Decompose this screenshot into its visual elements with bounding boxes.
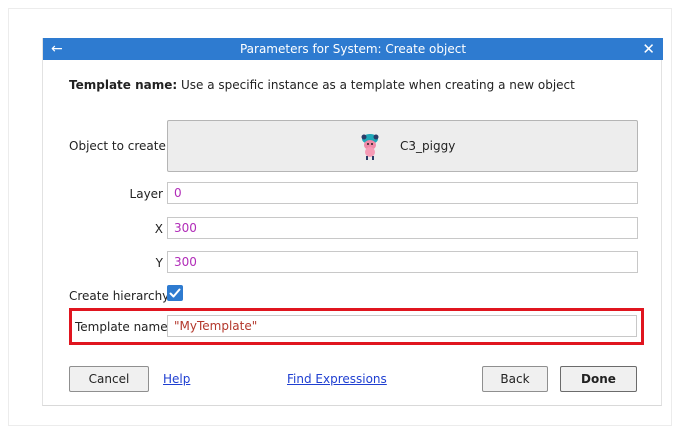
description-label: Template name: <box>69 78 178 92</box>
layer-input[interactable]: 0 <box>167 182 638 204</box>
y-input[interactable]: 300 <box>167 251 638 273</box>
template-name-input[interactable]: "MyTemplate" <box>167 315 637 337</box>
piggy-sprite-icon <box>361 134 379 160</box>
create-hierarchy-checkbox[interactable] <box>167 285 183 301</box>
description-text: Use a specific instance as a template wh… <box>181 78 575 92</box>
parameters-dialog: ← Parameters for System: Create object ✕… <box>42 38 663 406</box>
close-icon[interactable]: ✕ <box>642 38 655 60</box>
object-name: C3_piggy <box>400 139 456 153</box>
checkmark-icon <box>169 288 181 298</box>
parameter-description: Template name: Use a specific instance a… <box>69 78 575 92</box>
help-link[interactable]: Help <box>163 372 190 386</box>
object-to-create-label: Object to create <box>69 139 166 153</box>
template-name-label: Template name <box>75 320 168 334</box>
object-picker-button[interactable]: C3_piggy <box>167 120 638 172</box>
create-hierarchy-label: Create hierarchy <box>69 289 170 303</box>
dialog-title: Parameters for System: Create object <box>239 42 467 56</box>
x-input[interactable]: 300 <box>167 217 638 239</box>
done-button[interactable]: Done <box>560 366 637 392</box>
dialog-titlebar: ← Parameters for System: Create object ✕ <box>43 38 663 60</box>
find-expressions-link[interactable]: Find Expressions <box>287 372 387 386</box>
back-button[interactable]: Back <box>482 366 548 392</box>
x-label: X <box>154 222 163 236</box>
y-label: Y <box>155 256 163 270</box>
layer-label: Layer <box>129 187 163 201</box>
cancel-button[interactable]: Cancel <box>69 366 149 392</box>
